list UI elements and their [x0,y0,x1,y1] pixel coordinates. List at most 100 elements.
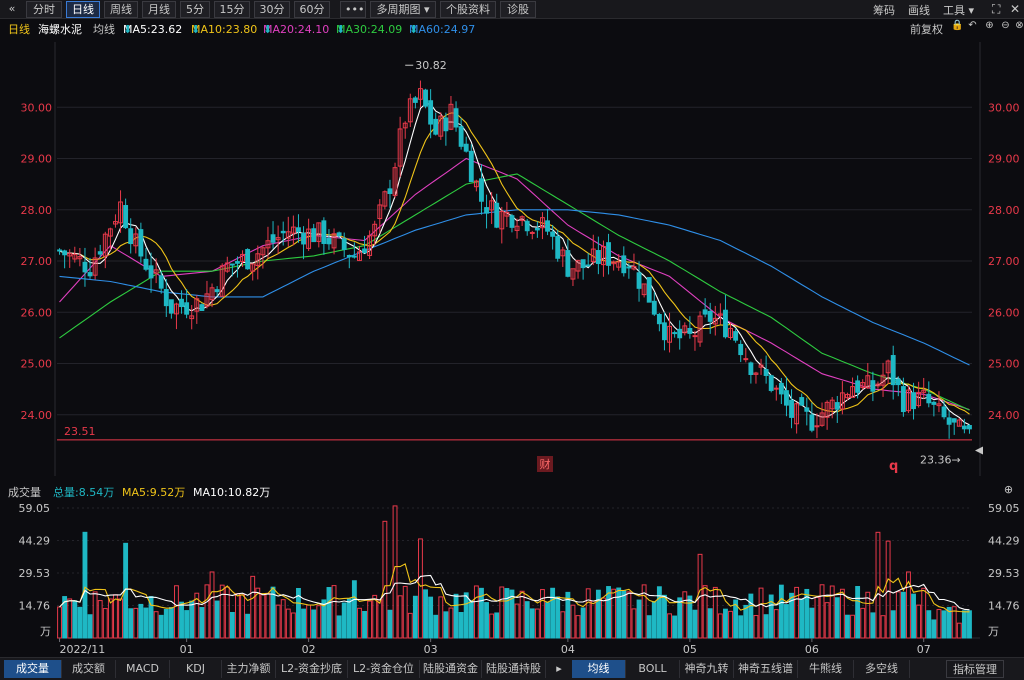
volume-bar [763,614,769,639]
candle-body [494,202,500,228]
caret-down-icon: ▾ [423,3,430,16]
volume-bar [209,571,215,639]
volume-bar [611,588,617,639]
stock-info-button[interactable]: 个股资料 [440,1,496,18]
tab-5min[interactable]: 5分 [180,1,210,18]
undo-icon[interactable]: ↶ [967,20,978,31]
volume-bar [936,609,942,639]
volume-bar [346,598,352,639]
volume-bar [357,607,362,639]
volume-bar [555,596,561,639]
volume-bar [219,584,225,639]
volume-bar [418,538,423,639]
tab-15min[interactable]: 15分 [214,1,250,18]
ma-lines [59,103,970,426]
volume-bar [463,592,469,639]
candle-body [626,266,632,269]
tab-macd[interactable]: MACD [116,660,170,678]
low-marker-label: 23.36→ [920,454,961,467]
volume-bar [250,575,256,639]
zoom-in-icon[interactable]: ⊕ [984,20,995,31]
candle-body [463,143,469,152]
volume-bar [199,607,205,639]
zoom-out-icon[interactable]: ⊖ [1000,20,1011,31]
volume-bar [519,590,525,639]
tools-menu[interactable]: 工具 ▾ [943,2,974,18]
candle-body [606,242,611,266]
volume-bar [631,608,637,639]
zoom-in-icon[interactable]: ⊕ [1003,484,1014,495]
tab-magic-five[interactable]: 神奇五线谱 [734,660,798,678]
candle-body [550,231,556,237]
volume-chart[interactable]: 59.05 59.05 44.29 44.29 29.53 29.53 14.76 14.76… [0,498,1024,657]
tab-ma[interactable]: 均线 [572,660,626,678]
candle-body [484,207,489,214]
adjust-mode[interactable]: 前复权 [910,21,943,37]
tab-daily[interactable]: 日线 [66,1,100,18]
multi-period-dropdown[interactable]: 多周期图 ▾ [370,1,436,18]
diagnosis-button[interactable]: 诊股 [500,1,536,18]
lock-icon[interactable]: 🔒 [951,20,963,31]
volume-bar [758,587,764,639]
tab-hk-connect-funds[interactable]: 陆股通资金 [420,660,482,678]
tab-kdj[interactable]: KDJ [170,660,222,678]
volume-bar [753,615,759,639]
candle-body [870,380,876,392]
tab-l2-position[interactable]: L2-资金仓位 [348,660,420,678]
volume-bar [458,612,464,639]
volume-bar [260,594,266,639]
indicator-manage-button[interactable]: 指标管理 [946,660,1004,678]
candles [57,80,972,439]
candle-body [941,406,947,418]
close-icon[interactable]: ⊗ [1014,20,1024,31]
volume-bar [748,593,754,639]
close-icon[interactable]: ✕ [1010,2,1020,16]
tab-monthly[interactable]: 月线 [142,1,176,18]
ma-indicator-label[interactable]: 均线 [93,21,115,37]
volume-bar [433,614,439,639]
chevron-right-icon[interactable]: ▸ [552,660,566,678]
volume-bar [911,593,916,639]
tab-l2-bottom[interactable]: L2-资金抄底 [276,660,348,678]
tab-main-net[interactable]: 主力净额 [222,660,276,678]
tab-bull-bear[interactable]: 牛熊线 [798,660,854,678]
more-periods-button[interactable]: ••• [340,1,366,18]
expand-icon[interactable]: ⛶ [992,2,1000,17]
tab-magic-nine[interactable]: 神奇九转 [680,660,734,678]
volume-bar [850,614,855,639]
tab-60min[interactable]: 60分 [294,1,330,18]
volume-bar [514,603,520,639]
candle-body [621,255,627,274]
date-tick-label: 02 [302,643,316,656]
ma60-line [59,209,970,366]
tab-weekly[interactable]: 周线 [104,1,138,18]
chips-button[interactable]: 筹码 [873,2,895,18]
tab-turnover[interactable]: 成交额 [62,660,116,678]
period-toolbar: « 分时 日线 周线 月线 5分 15分 30分 60分 ••• 多周期图 ▾ … [0,0,1024,19]
candle-body [509,215,515,228]
tab-hk-connect-holdings[interactable]: 陆股通持股 [482,660,546,678]
candle-body [585,264,591,267]
volume-bar [301,608,306,639]
high-marker-label: 30.82 [415,59,447,72]
candle-body [296,227,301,233]
tab-long-short[interactable]: 多空线 [854,660,910,678]
draw-line-button[interactable]: 画线 [908,2,930,18]
volume-bar [57,606,62,639]
volume-bar [158,614,164,639]
tab-30min[interactable]: 30分 [254,1,290,18]
candle-body [946,417,952,425]
candle-body [387,188,393,195]
volume-bar [235,593,240,639]
price-chart[interactable]: 30.00 30.00 29.00 29.00 28.00 28.00 27.00 27.00… [0,36,1024,482]
collapse-icon[interactable]: « [4,1,20,18]
volume-bar [326,587,332,639]
volume-bar [595,589,601,639]
tab-boll[interactable]: BOLL [626,660,680,678]
volume-tick-label-left: 29.53 [19,567,51,580]
volume-bar [773,609,779,639]
tab-intraday[interactable]: 分时 [26,1,62,18]
candle-body [702,309,708,315]
tab-volume[interactable]: 成交量 [4,660,62,678]
volume-tick-label-left: 59.05 [19,502,51,515]
